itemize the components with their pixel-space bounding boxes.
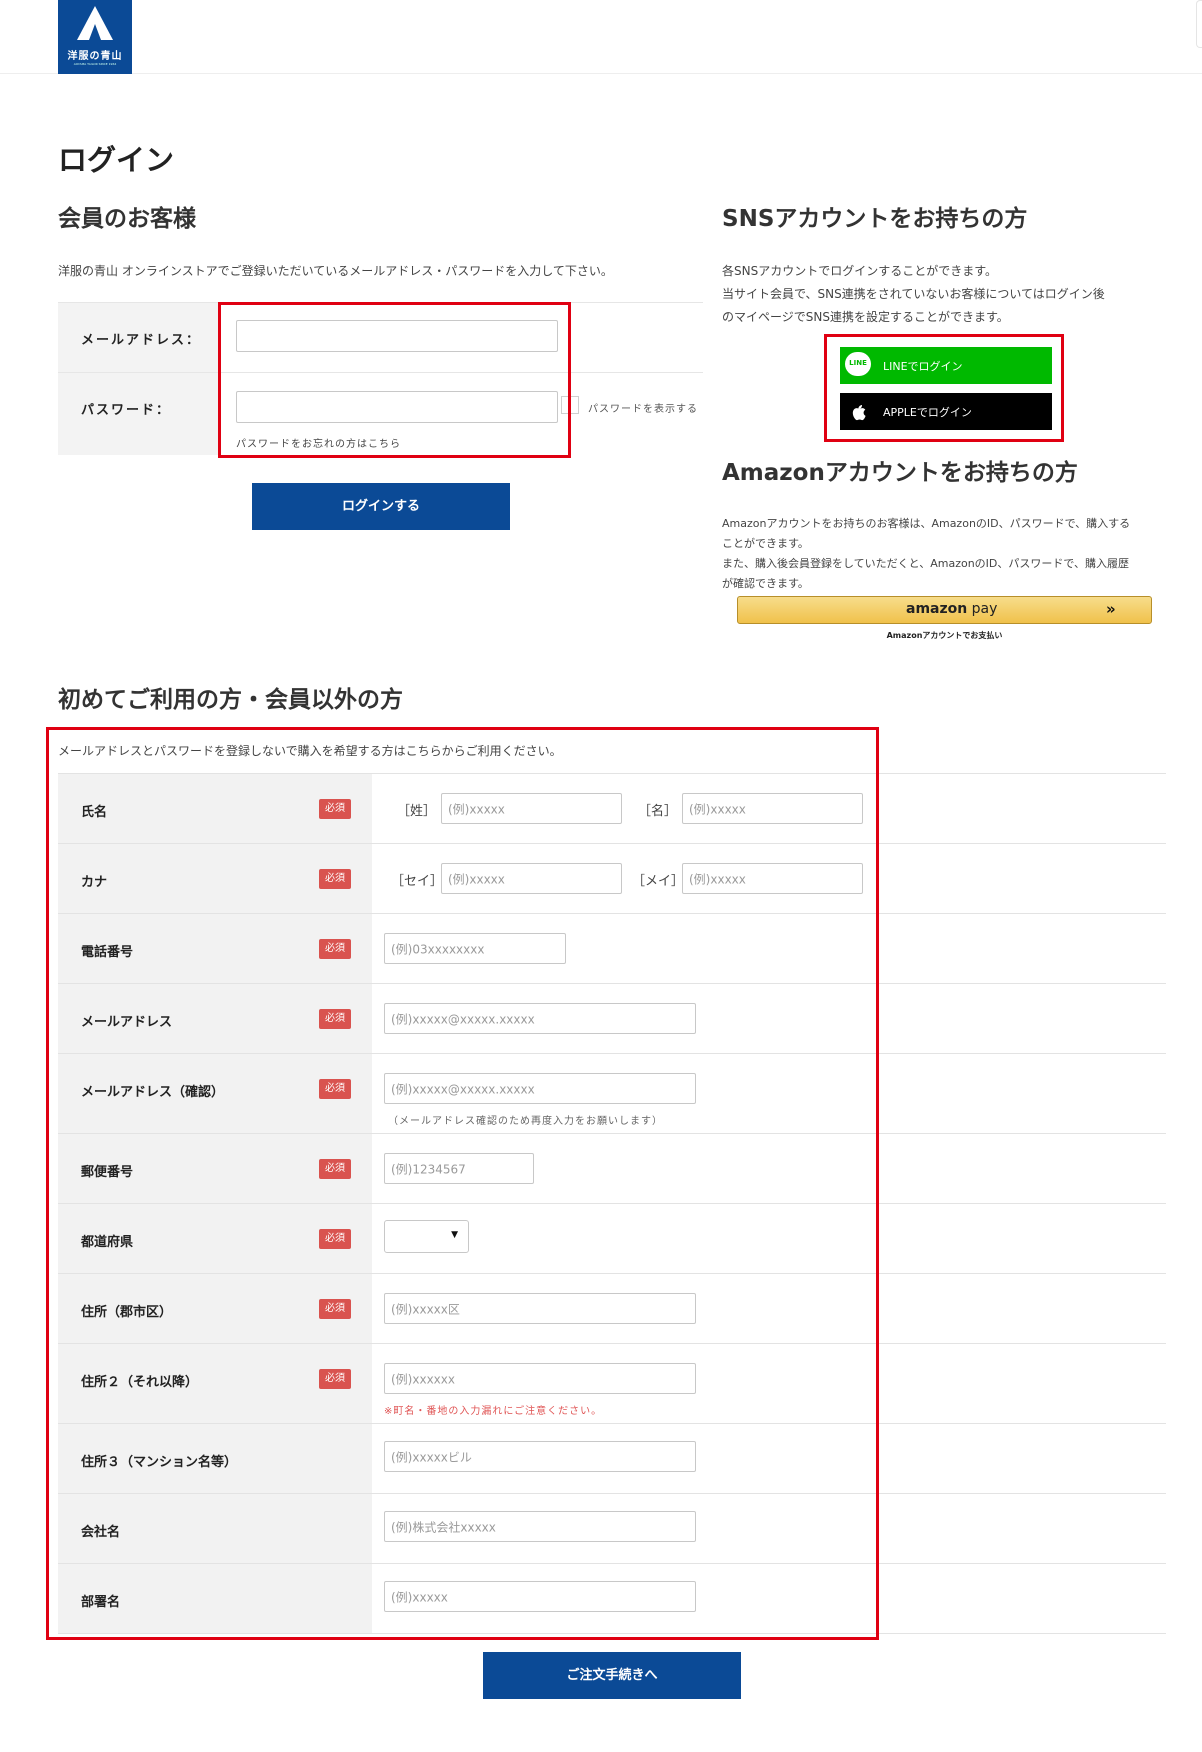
store-logo[interactable]: 洋服の青山 AOYAMA TAILOR SINCE 1964 bbox=[58, 0, 132, 74]
amazon-desc-3: また、購入後会員登録をしていただくと、AmazonのID、パスワードで、購入履歴 bbox=[722, 557, 1129, 570]
logo-brand-text: 洋服の青山 bbox=[67, 51, 123, 62]
double-chevron-right-icon: » bbox=[1106, 600, 1116, 618]
login-button[interactable]: ログインする bbox=[252, 483, 510, 530]
highlight-guest-form bbox=[46, 727, 879, 1640]
amazon-desc-4: が確認できます。 bbox=[722, 577, 809, 590]
amazon-desc-2: ことができます。 bbox=[722, 537, 809, 550]
show-password-label: パスワードを表示する bbox=[588, 404, 698, 415]
order-proceed-button[interactable]: ご注文手続きへ bbox=[483, 1652, 741, 1699]
password-label: パスワード： bbox=[81, 403, 172, 418]
amazon-pay-button[interactable]: amazon pay » bbox=[737, 596, 1152, 624]
email-label: メールアドレス： bbox=[81, 333, 202, 348]
amazon-desc-1: Amazonアカウントをお持ちのお客様は、AmazonのID、パスワードで、購入… bbox=[722, 517, 1131, 530]
highlight-sns-buttons bbox=[824, 334, 1064, 442]
top-bar: 洋服の青山 AOYAMA TAILOR SINCE 1964 bbox=[0, 0, 1202, 74]
sns-desc-3: のマイページでSNS連携を設定することができます。 bbox=[722, 310, 1009, 324]
sns-desc-1: 各SNSアカウントでログインすることができます。 bbox=[722, 264, 998, 278]
sns-desc-2: 当サイト会員で、SNS連携をされていないお客様についてはログイン後 bbox=[722, 287, 1105, 301]
header-edge-control bbox=[1196, 0, 1202, 48]
member-description: 洋服の青山 オンラインストアでご登録いただいているメールアドレス・パスワードを入… bbox=[58, 264, 613, 278]
highlight-login-fields bbox=[218, 302, 571, 458]
amazon-pay-logo: amazon pay bbox=[906, 601, 998, 617]
amazon-heading: Amazonアカウントをお持ちの方 bbox=[722, 460, 1078, 486]
member-heading: 会員のお客様 bbox=[58, 206, 196, 232]
sns-heading: SNSアカウントをお持ちの方 bbox=[722, 206, 1028, 232]
guest-heading: 初めてご利用の方・会員以外の方 bbox=[58, 687, 403, 713]
amazon-pay-caption: Amazonアカウントでお支払い bbox=[886, 631, 1003, 640]
logo-sub-text: AOYAMA TAILOR SINCE 1964 bbox=[73, 62, 117, 66]
page-title: ログイン bbox=[58, 143, 175, 177]
